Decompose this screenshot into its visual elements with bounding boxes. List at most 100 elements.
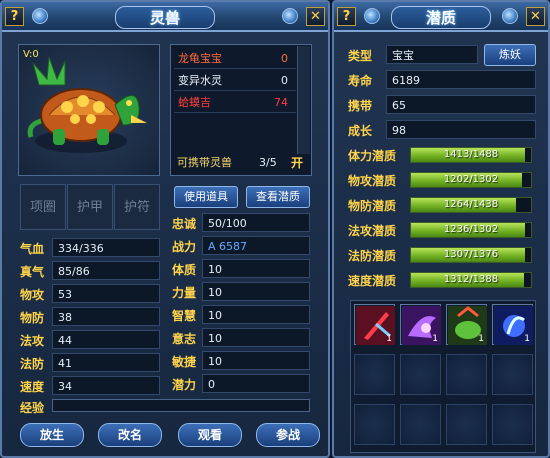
stat-label: 物攻	[20, 288, 45, 302]
pet-list-item[interactable]: 变异水灵 0	[174, 70, 296, 91]
empty-skill-slot[interactable]	[354, 404, 395, 445]
carry-level-value: 65	[386, 95, 536, 114]
pet-level: V:0	[23, 49, 39, 60]
potential-bar: 1236/1302	[410, 222, 532, 238]
dragon-turtle-icon	[27, 56, 147, 153]
potential-bar-text: 1307/1376	[443, 249, 499, 260]
potential-bar: 1202/1302	[410, 172, 532, 188]
view-potential-button[interactable]: 查看潜质	[246, 186, 310, 208]
potential-bar-text: 1236/1302	[443, 224, 499, 235]
exp-label: 经验	[20, 401, 45, 415]
skill-level: 1	[478, 334, 484, 344]
stat-label: 忠诚	[172, 217, 197, 231]
potential-bar: 1307/1376	[410, 247, 532, 263]
equip-slot-charm[interactable]: 护符	[114, 184, 160, 230]
carry-count: 3/5	[259, 156, 277, 169]
life-label: 寿命	[348, 74, 373, 88]
empty-skill-slot[interactable]	[492, 354, 533, 395]
equip-slot-armor[interactable]: 护甲	[67, 184, 113, 230]
empty-skill-slot[interactable]	[354, 354, 395, 395]
empty-skill-slot[interactable]	[446, 354, 487, 395]
pet-name: 蛤蟆吉	[178, 96, 211, 109]
use-item-button[interactable]: 使用道具	[174, 186, 238, 208]
skill-level: 1	[524, 334, 530, 344]
stat-label: 法攻	[20, 334, 45, 348]
potential-label: 速度潜质	[348, 274, 397, 288]
stat-label: 体质	[172, 263, 197, 277]
close-button[interactable]: ✕	[526, 7, 545, 26]
potential-label: 法防潜质	[348, 249, 397, 263]
potential-label: 物攻潜质	[348, 174, 397, 188]
empty-skill-slot[interactable]	[400, 354, 441, 395]
potential-panel-titlebar: ? 潜质 ✕	[334, 2, 548, 32]
battle-button[interactable]: 参战	[256, 423, 320, 447]
orb-ornament-icon	[502, 8, 518, 24]
refine-button[interactable]: 炼妖	[484, 44, 536, 66]
potential-label: 法攻潜质	[348, 224, 397, 238]
stat-value: 10	[202, 351, 310, 370]
type-value: 宝宝	[386, 45, 478, 64]
pet-list: 龙龟宝宝 0 变异水灵 0 蛤蟆吉 74 可携带灵兽 3/5 开	[170, 44, 312, 176]
pet-list-scrollbar[interactable]	[297, 46, 310, 154]
potential-bar-text: 1312/1388	[443, 274, 499, 285]
stat-label: 意志	[172, 332, 197, 346]
blue-wisp-skill-icon[interactable]: 1	[492, 304, 533, 345]
stat-label: 敏捷	[172, 355, 197, 369]
red-blade-skill-icon[interactable]: 1	[354, 304, 395, 345]
stat-value: 0	[202, 374, 310, 393]
pet-level-value: 0	[281, 52, 288, 65]
stat-value: 41	[52, 353, 160, 372]
equip-slot-collar[interactable]: 项圈	[20, 184, 66, 230]
release-button[interactable]: 放生	[20, 423, 84, 447]
stat-value: 85/86	[52, 261, 160, 280]
pet-panel: ? 灵兽 ✕ V:0 龙龟宝宝 0 变异水灵 0 蛤蟆吉 74 可携带灵兽 3/5 开 项…	[0, 0, 330, 458]
stat-value: A 6587	[202, 236, 310, 255]
watch-button[interactable]: 观看	[178, 423, 242, 447]
purple-claw-skill-icon[interactable]: 1	[400, 304, 441, 345]
stat-value: 10	[202, 259, 310, 278]
stat-label: 力量	[172, 286, 197, 300]
stat-label: 智慧	[172, 309, 197, 323]
empty-skill-slot[interactable]	[446, 404, 487, 445]
potential-bar-text: 1202/1302	[443, 174, 499, 185]
pet-list-item[interactable]: 蛤蟆吉 74	[174, 92, 296, 113]
green-beast-skill-icon[interactable]: 1	[446, 304, 487, 345]
orb-ornament-icon	[364, 8, 380, 24]
skill-level: 1	[386, 334, 392, 344]
potential-panel: ? 潜质 ✕ 类型 宝宝 炼妖 寿命 6189 携带 65 成长 98 体力潜质…	[332, 0, 550, 458]
empty-skill-slot[interactable]	[492, 404, 533, 445]
open-slot-button[interactable]: 开	[291, 153, 303, 173]
potential-bar-text: 1264/1438	[443, 199, 499, 210]
carry-info: 可携带灵兽 3/5 开	[173, 153, 309, 173]
stat-label: 潜力	[172, 378, 197, 392]
help-button[interactable]: ?	[5, 7, 24, 26]
orb-ornament-icon	[282, 8, 298, 24]
pet-name: 龙龟宝宝	[178, 52, 222, 65]
stat-label: 物防	[20, 311, 45, 325]
skill-level: 1	[432, 334, 438, 344]
rename-button[interactable]: 改名	[98, 423, 162, 447]
stat-value: 38	[52, 307, 160, 326]
pet-name: 变异水灵	[178, 74, 222, 87]
potential-panel-title: 潜质	[390, 6, 492, 29]
stat-value: 10	[202, 305, 310, 324]
stat-value: 50/100	[202, 213, 310, 232]
stat-label: 法防	[20, 357, 45, 371]
stat-label: 战力	[172, 240, 197, 254]
help-button[interactable]: ?	[337, 7, 356, 26]
potential-label: 物防潜质	[348, 199, 397, 213]
empty-skill-slot[interactable]	[400, 404, 441, 445]
stat-value: 334/336	[52, 238, 160, 257]
carry-level-label: 携带	[348, 99, 373, 113]
exp-bar	[52, 399, 310, 412]
stat-label: 真气	[20, 265, 45, 279]
stat-label: 气血	[20, 242, 45, 256]
pet-panel-title: 灵兽	[114, 6, 216, 29]
close-button[interactable]: ✕	[306, 7, 325, 26]
pet-list-item[interactable]: 龙龟宝宝 0	[174, 48, 296, 69]
potential-bar: 1264/1438	[410, 197, 532, 213]
potential-bar: 1413/1488	[410, 147, 532, 163]
stat-label: 速度	[20, 380, 45, 394]
orb-ornament-icon	[32, 8, 48, 24]
stat-value: 10	[202, 328, 310, 347]
